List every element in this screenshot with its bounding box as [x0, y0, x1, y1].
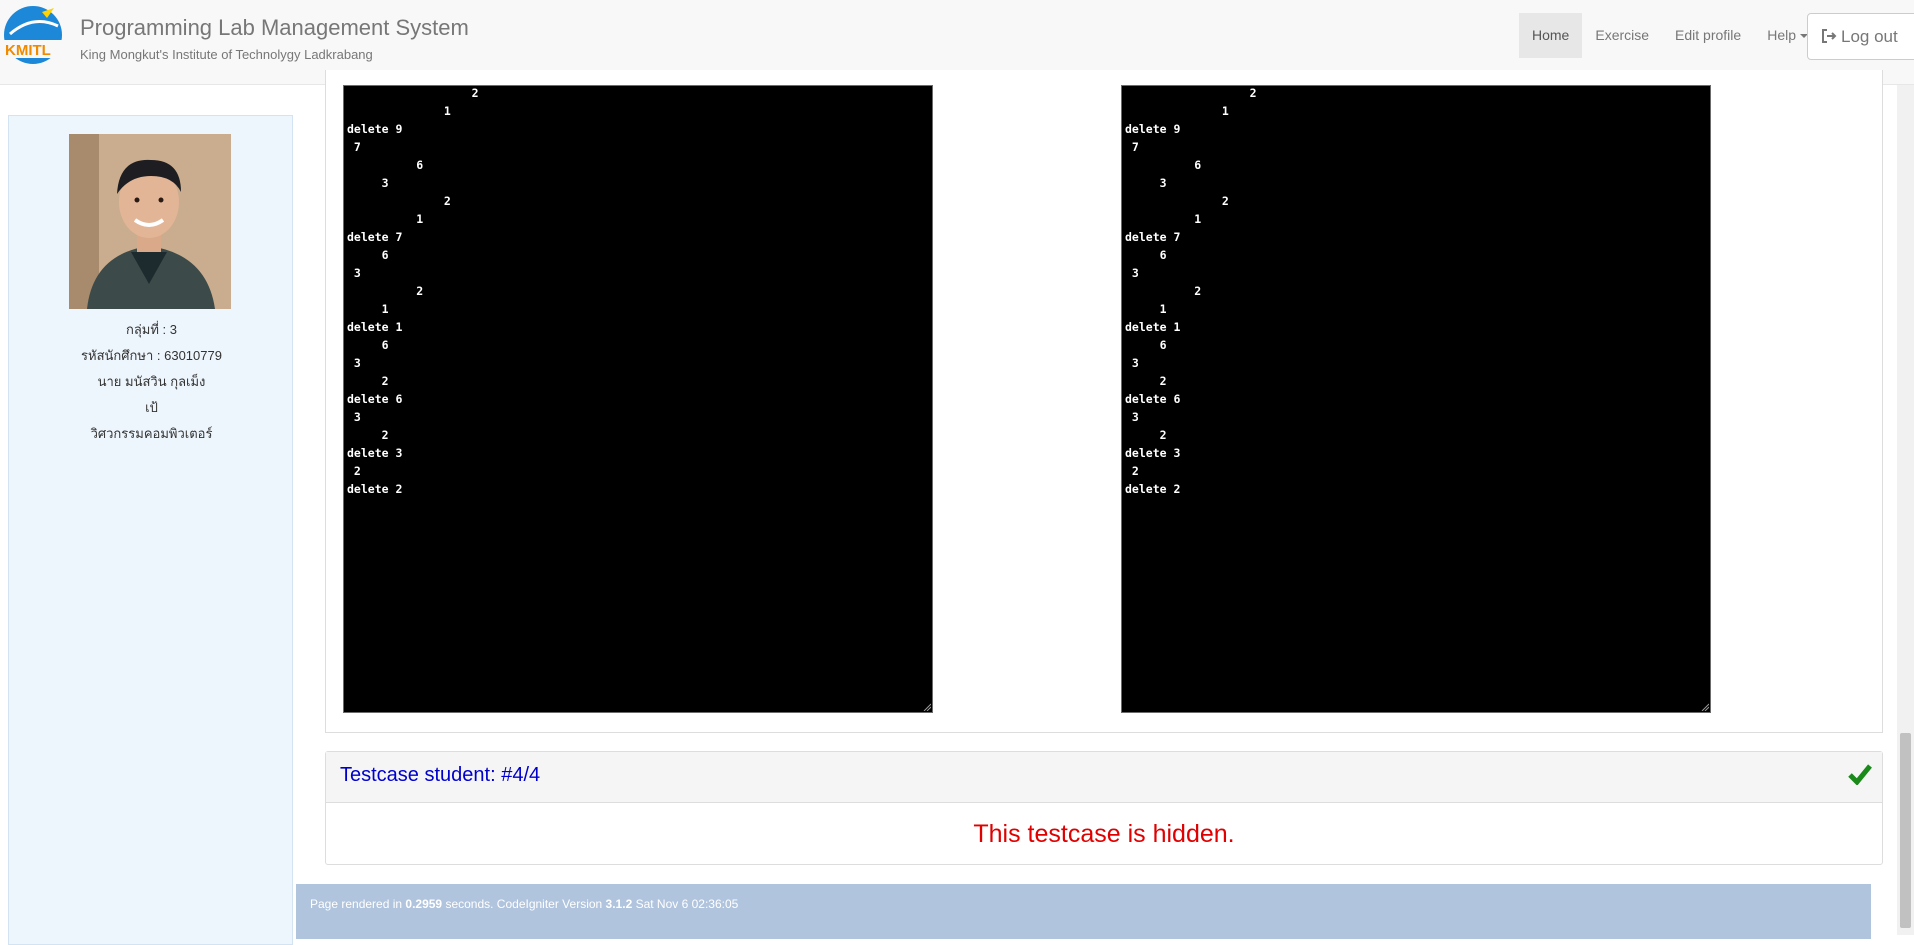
logout-button[interactable]: Log out — [1807, 13, 1914, 60]
nav-home[interactable]: Home — [1519, 13, 1583, 58]
resize-grip-icon[interactable] — [1701, 703, 1709, 711]
hidden-testcase-message: This testcase is hidden. — [973, 820, 1235, 848]
footer-time: 0.2959 — [405, 897, 443, 911]
nav-home-label: Home — [1532, 27, 1570, 43]
check-icon — [1848, 764, 1872, 785]
nav-help-label: Help — [1767, 27, 1796, 43]
app-title[interactable]: Programming Lab Management System — [80, 15, 469, 41]
expected-output-textarea[interactable]: 2 1 delete 9 7 6 3 2 1 delete 7 6 3 2 1 … — [1121, 85, 1711, 713]
profile-nickname: เป้ — [145, 400, 158, 415]
svg-text:KMITL: KMITL — [5, 42, 51, 59]
kmitl-logo[interactable]: KMITL — [2, 4, 64, 66]
resize-grip-icon[interactable] — [923, 703, 931, 711]
scrollbar-thumb[interactable] — [1900, 733, 1911, 928]
app-subtitle: King Mongkut's Institute of Technolygy L… — [80, 47, 373, 62]
profile-sidebar: กลุ่มที่ : 3 รหัสนักศึกษา : 63010779 นาย… — [8, 115, 293, 945]
nav-exercise[interactable]: Exercise — [1582, 13, 1662, 58]
footer-middle: seconds. CodeIgniter Version — [442, 897, 606, 911]
student-output-text: 2 1 delete 9 7 6 3 2 1 delete 7 6 3 2 1 … — [347, 86, 479, 496]
nav-edit-profile-label: Edit profile — [1675, 27, 1742, 43]
page-scrollbar[interactable] — [1897, 85, 1914, 935]
logout-label: Log out — [1841, 27, 1898, 46]
profile-department: วิศวกรรมคอมพิวเตอร์ — [90, 426, 213, 441]
main-nav: Home Exercise Edit profile Help — [1519, 13, 1821, 58]
footer-date: Sat Nov 6 02:36:05 — [632, 897, 739, 911]
logout-icon — [1822, 29, 1837, 43]
student-output-textarea[interactable]: 2 1 delete 9 7 6 3 2 1 delete 7 6 3 2 1 … — [343, 85, 933, 713]
profile-name: นาย มนัสวิน กุลเม็ง — [97, 374, 206, 389]
testcase-panel: Testcase student: #4/4 This testcase is … — [325, 751, 1883, 865]
expected-output-text: 2 1 delete 9 7 6 3 2 1 delete 7 6 3 2 1 … — [1125, 86, 1257, 496]
nav-edit-profile[interactable]: Edit profile — [1662, 13, 1754, 58]
avatar — [69, 134, 231, 309]
profile-group: กลุ่มที่ : 3 — [125, 322, 178, 337]
footer-prefix: Page rendered in — [310, 897, 406, 911]
footer: Page rendered in 0.2959 seconds. CodeIgn… — [296, 884, 1871, 939]
footer-version: 3.1.2 — [605, 897, 633, 911]
testcase-title[interactable]: Testcase student: #4/4 — [340, 764, 540, 787]
nav-exercise-label: Exercise — [1595, 27, 1650, 43]
testcase-panel-header[interactable]: Testcase student: #4/4 — [326, 752, 1882, 803]
profile-student-id: รหัสนักศึกษา : 63010779 — [81, 348, 222, 363]
